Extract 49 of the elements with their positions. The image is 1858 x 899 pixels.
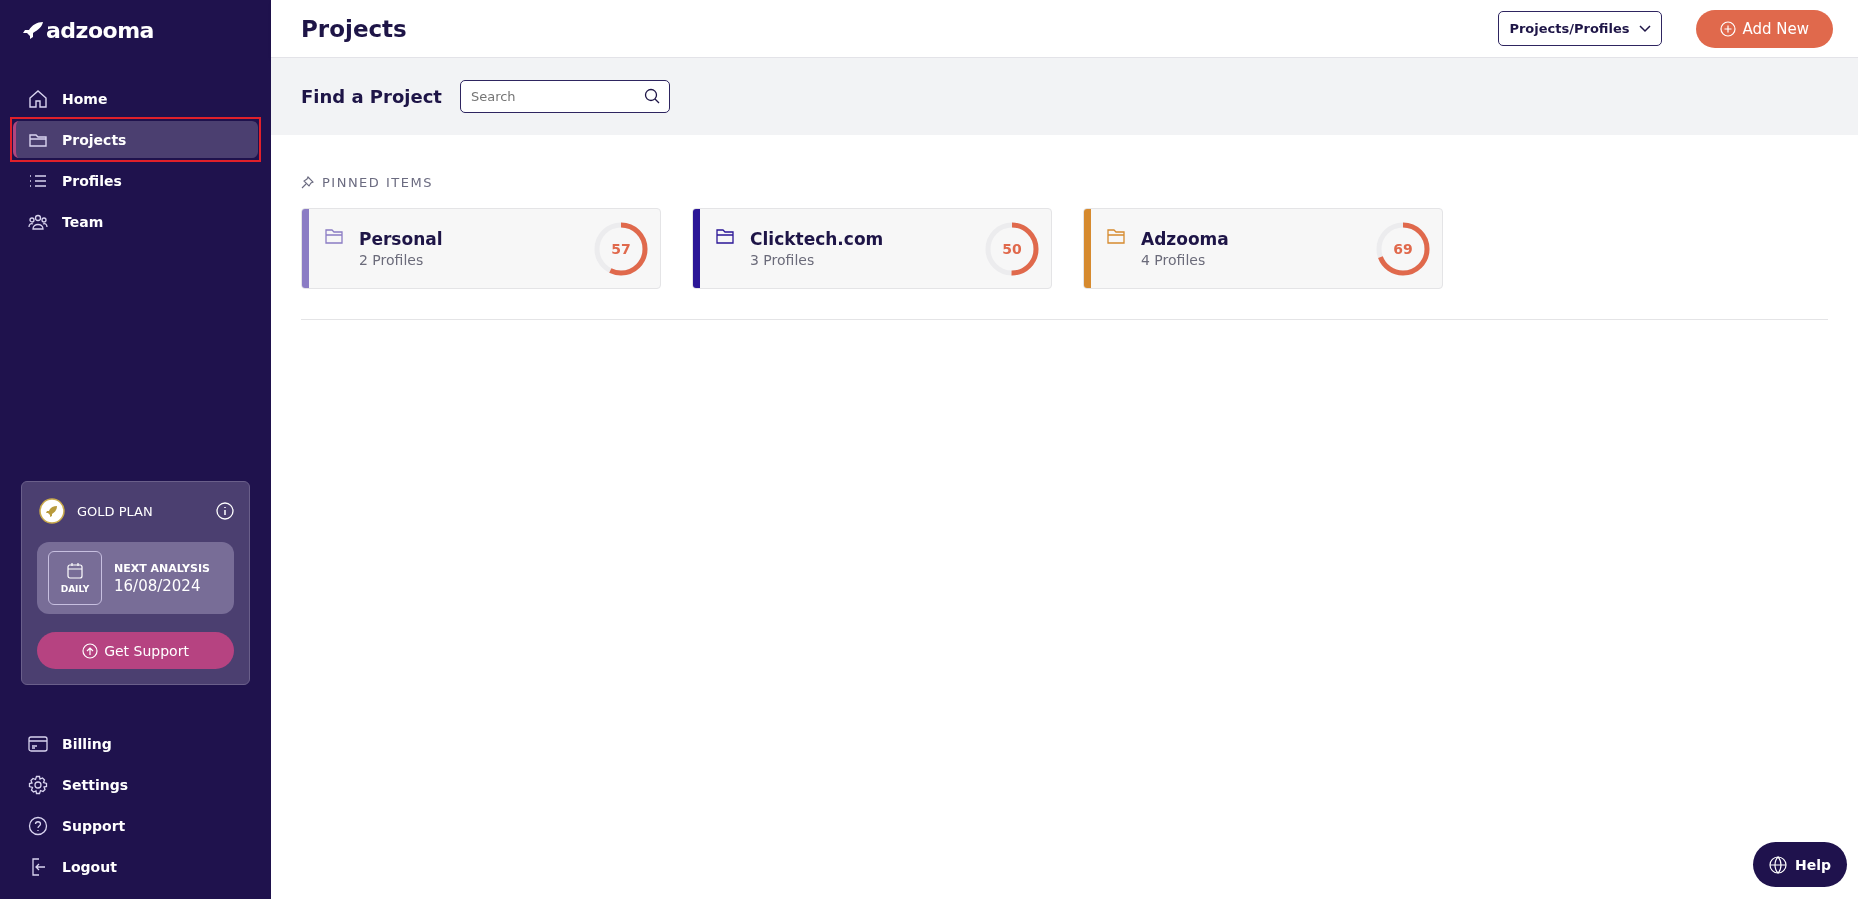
upload-icon	[82, 642, 99, 659]
chevron-down-icon	[1639, 24, 1652, 33]
score-value: 50	[1002, 240, 1022, 257]
help-button[interactable]: Help	[1752, 842, 1847, 887]
help-circle-icon	[28, 815, 48, 836]
logo-text[interactable]: adzooma	[46, 17, 154, 43]
nav-item[interactable]: Logout	[13, 848, 258, 885]
nav-item[interactable]: Billing	[13, 725, 258, 762]
project-name: Adzooma	[1141, 229, 1230, 249]
calendar-icon	[66, 562, 84, 580]
search-field[interactable]: Search	[459, 80, 670, 113]
profile-count: 2 Profiles	[359, 252, 425, 268]
nav-item[interactable]: Home	[13, 80, 258, 117]
nav-item[interactable]: Settings	[13, 766, 258, 803]
nav-item[interactable]: Team	[13, 203, 258, 240]
profile-count: 3 Profiles	[750, 252, 816, 268]
profile-count: 4 Profiles	[1141, 252, 1207, 268]
folder-icon	[1107, 229, 1125, 244]
next-analysis-label: NEXT ANALYSIS	[114, 561, 210, 575]
nav-item[interactable]: Profiles	[13, 162, 258, 199]
score-value: 57	[611, 240, 631, 257]
credit-card-icon	[28, 733, 48, 754]
folder-icon	[325, 229, 343, 244]
search-icon	[643, 88, 660, 104]
plus-circle-icon	[1720, 20, 1737, 37]
project-card[interactable]: Adzooma 4 Profiles 69	[1083, 208, 1443, 289]
settings-icon	[28, 774, 48, 795]
globe-icon	[1768, 855, 1787, 874]
info-icon[interactable]	[216, 502, 234, 520]
nav-item[interactable]: Support	[13, 807, 258, 844]
home-icon	[28, 88, 48, 109]
view-dropdown[interactable]: Projects/Profiles	[1498, 11, 1663, 46]
project-card[interactable]: Clicktech.com 3 Profiles 50	[692, 208, 1052, 289]
get-support-button[interactable]: Get Support	[37, 632, 234, 669]
page-title: Projects	[301, 15, 408, 42]
folder-icon	[716, 229, 734, 244]
project-card[interactable]: Personal 2 Profiles 57	[301, 208, 661, 289]
schedule-badge: DAILY	[48, 551, 102, 605]
pin-icon	[301, 176, 314, 189]
rocket-badge-icon	[39, 498, 65, 524]
score-value: 69	[1393, 240, 1413, 257]
search-label: Find a Project	[301, 86, 442, 107]
plan-name: GOLD PLAN	[77, 503, 154, 519]
next-analysis-date: 16/08/2024	[114, 576, 202, 595]
project-name: Clicktech.com	[750, 229, 885, 249]
nav-item[interactable]: Projects	[13, 121, 258, 158]
section-heading: PINNED ITEMS	[322, 175, 433, 190]
project-name: Personal	[359, 229, 444, 249]
rocket-logo-icon	[22, 21, 44, 39]
